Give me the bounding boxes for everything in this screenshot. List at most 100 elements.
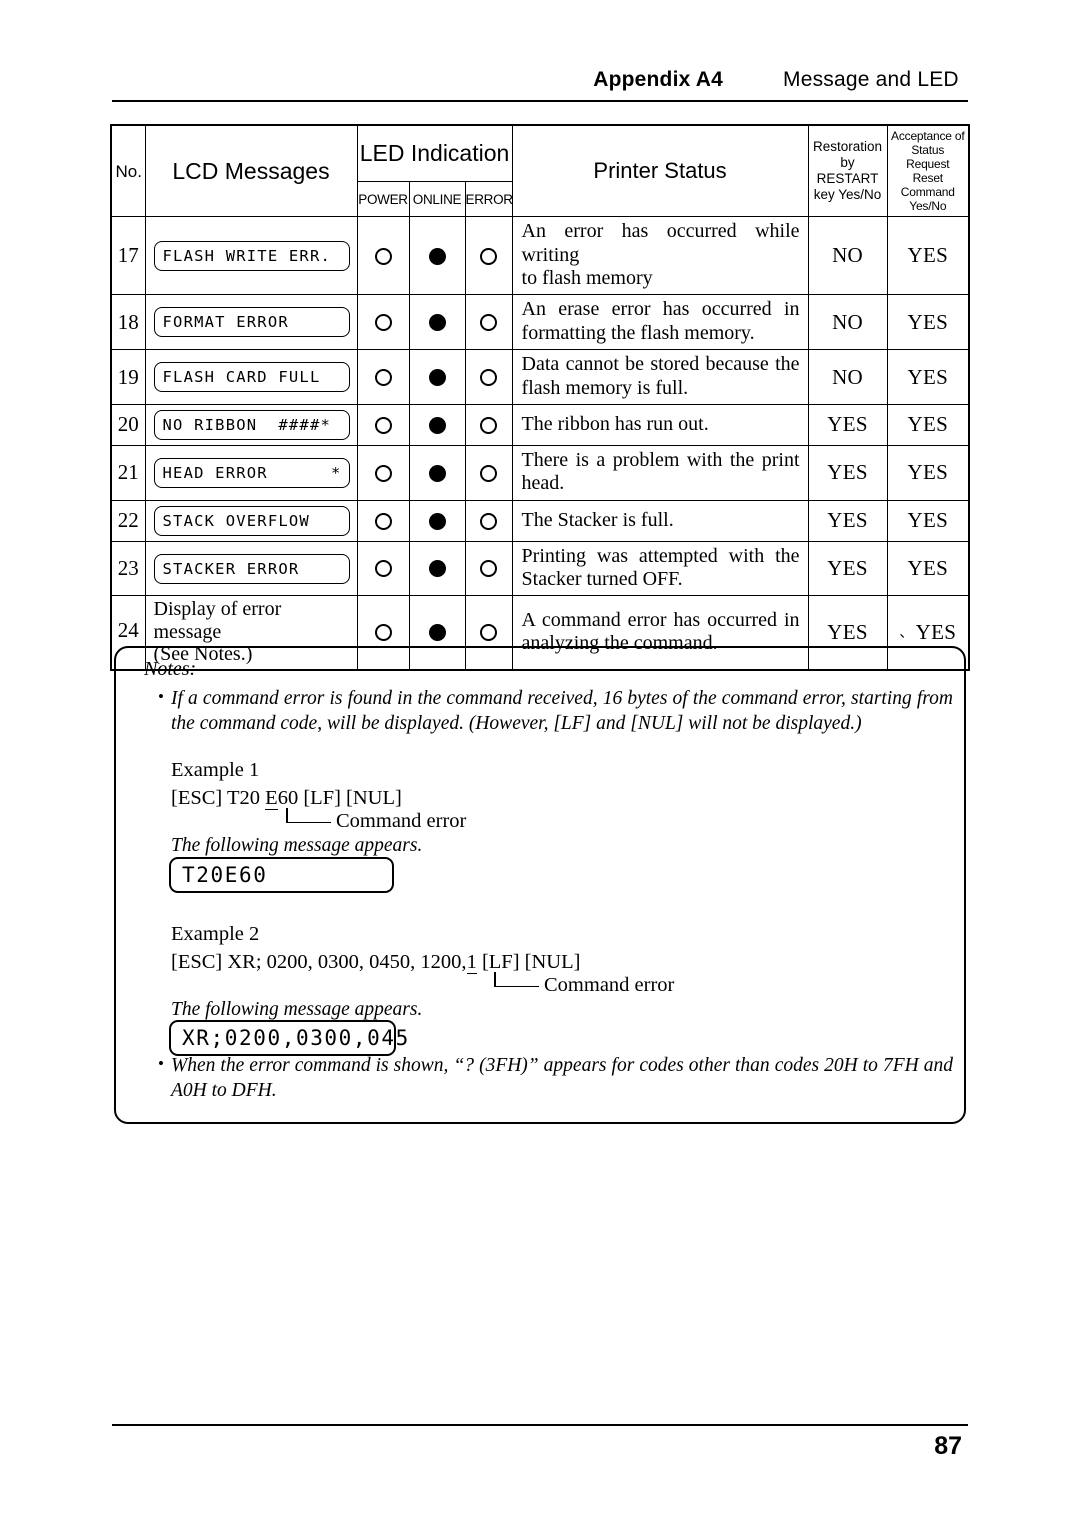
led-open-circle-icon	[374, 247, 392, 265]
column-header-restoration: Restoration by RESTART key Yes/No	[807, 124, 888, 218]
lcd-message-cell: FLASH CARD FULL	[144, 349, 358, 405]
led-filled-circle-icon	[428, 416, 446, 434]
chapter-subject-label: Message and LED	[783, 68, 959, 91]
led-power-indicator-cell	[356, 216, 410, 296]
pointer-horizontal-line	[494, 985, 539, 988]
row-number-cell: 21	[110, 444, 146, 501]
column-header-led-error: ERROR	[464, 180, 513, 218]
acceptance-value-cell: YES	[886, 540, 970, 597]
led-filled-circle-icon	[428, 464, 446, 482]
led-power-indicator-cell	[356, 444, 410, 501]
lcd-display-box: FORMAT ERROR	[153, 307, 350, 338]
led-open-circle-icon	[374, 464, 392, 482]
lcd-display-box: FLASH CARD FULL	[153, 362, 350, 393]
column-header-printer-status: Printer Status	[511, 124, 809, 218]
table-row: 17 FLASH WRITE ERR. An error has occurred …	[110, 216, 970, 296]
example-2-command: [ESC] XR; 0200, 0300, 0450, 1200,1 [LF] …	[171, 951, 580, 974]
led-error-indicator-cell	[464, 216, 513, 296]
running-head: Appendix A4 Message and LED	[112, 68, 968, 98]
led-open-circle-icon	[374, 314, 392, 332]
acceptance-line-4: Yes/No	[909, 199, 947, 214]
note-1-line-2: command code, will be displayed. (Howeve…	[199, 712, 862, 734]
example-1-command: [ESC] T20 E60 [LF] [NUL]	[171, 787, 402, 810]
printer-status-line-1: Printing was attempted with the	[521, 544, 800, 567]
lcd-display-box: HEAD ERROR *	[153, 457, 350, 488]
printer-status-line-1: The Stacker is full.	[521, 508, 674, 531]
example-1-command-suffix: 60 [LF] [NUL]	[277, 787, 402, 809]
led-open-circle-icon	[374, 512, 392, 530]
page-number: 87	[934, 1432, 962, 1460]
led-open-circle-icon	[480, 560, 498, 578]
led-filled-circle-icon	[428, 512, 446, 530]
notes-title: Notes:	[144, 658, 197, 680]
led-error-indicator-cell	[464, 403, 513, 446]
led-open-circle-icon	[480, 314, 498, 332]
header-divider-rule	[112, 100, 968, 102]
note-2-line-2: DFH.	[231, 1079, 277, 1101]
column-header-led-indication: LED Indication	[356, 124, 513, 182]
restoration-line-1: Restoration	[813, 139, 883, 155]
led-filled-circle-icon	[428, 247, 446, 265]
table-body: 17 FLASH WRITE ERR. An error has occurred …	[110, 216, 970, 671]
led-error-indicator-cell	[464, 499, 513, 542]
acceptance-line-1: Acceptance of	[891, 129, 965, 143]
lcd-display-box: STACKER ERROR	[153, 553, 350, 584]
bullet-icon: •	[158, 1054, 164, 1073]
acceptance-value-cell: YES	[886, 294, 970, 351]
restoration-line-3: key Yes/No	[813, 187, 882, 203]
led-open-circle-icon	[374, 624, 392, 642]
example-1-command-prefix: [ESC] T20	[171, 787, 266, 809]
acceptance-line-3: Reset Command	[900, 171, 955, 200]
restoration-value-cell: YES	[807, 403, 888, 446]
restoration-value-cell: YES	[807, 499, 888, 542]
scan-artifact-mark: 、	[899, 626, 914, 642]
row-number-cell: 17	[110, 216, 146, 296]
table-row: 19 FLASH CARD FULL Data cannot be stored b…	[110, 349, 970, 405]
lcd-message-cell: NO RIBBON ####*	[144, 403, 358, 446]
lcd-message-cell: STACK OVERFLOW	[144, 499, 358, 542]
table-header: No. LCD Messages LED Indication Printer …	[110, 124, 970, 218]
led-online-indicator-cell	[408, 403, 466, 446]
appendix-label: Appendix A4	[593, 68, 723, 91]
message-and-led-table: No. LCD Messages LED Indication Printer …	[110, 124, 971, 671]
lcd-display-box: STACK OVERFLOW	[153, 505, 350, 536]
acceptance-line-2: Status Request	[906, 143, 950, 172]
lcd-message-cell: HEAD ERROR *	[144, 444, 358, 501]
printer-status-cell: An erase error has occurred in formatting…	[511, 294, 809, 351]
led-open-circle-icon	[480, 416, 498, 434]
lcd-display-box: NO RIBBON ####*	[153, 409, 350, 440]
led-power-indicator-cell	[356, 294, 410, 351]
led-online-indicator-cell	[408, 216, 466, 296]
printer-status-line-1: There is a problem with the print	[521, 448, 800, 471]
printer-status-line-2: Stacker turned OFF.	[521, 568, 683, 591]
example-1-lcd-result-display: T20E60	[169, 857, 394, 893]
led-open-circle-icon	[480, 464, 498, 482]
restoration-value-cell: NO	[807, 216, 888, 296]
led-power-indicator-cell	[356, 540, 410, 597]
led-online-indicator-cell	[408, 499, 466, 542]
pointer-horizontal-line	[286, 821, 331, 824]
led-online-indicator-cell	[408, 294, 466, 351]
led-open-circle-icon	[480, 512, 498, 530]
example-2-command-marked-char: 1	[466, 951, 477, 974]
example-2-command-suffix: [LF] [NUL]	[476, 951, 581, 973]
led-error-indicator-cell	[464, 294, 513, 351]
example-1-pointer-label: Command error	[336, 810, 467, 832]
column-header-no: No.	[110, 124, 146, 218]
led-power-indicator-cell	[356, 499, 410, 542]
acceptance-value-cell: YES	[886, 444, 970, 501]
example-2-pointer-label: Command error	[544, 974, 675, 996]
acceptance-value-cell: YES	[886, 499, 970, 542]
restoration-line-2: by RESTART	[816, 155, 879, 187]
printer-status-cell: The ribbon has run out.	[511, 403, 809, 446]
note-item-1: • If a command error is found in the com…	[158, 687, 953, 737]
example-1-appears-text: The following message appears.	[171, 835, 423, 856]
printer-status-line-1: Data cannot be stored because the	[521, 353, 800, 376]
printer-status-line-1: A command error has occurred in	[521, 608, 800, 631]
led-online-indicator-cell	[408, 444, 466, 501]
column-header-acceptance: Acceptance of Status Request Reset Comma…	[886, 124, 970, 218]
acceptance-value-cell: YES	[886, 349, 970, 405]
column-header-led-power: POWER	[356, 180, 410, 218]
led-online-indicator-cell	[408, 349, 466, 405]
table-row: 22 STACK OVERFLOW The Stacker is full. YES Y…	[110, 499, 970, 542]
